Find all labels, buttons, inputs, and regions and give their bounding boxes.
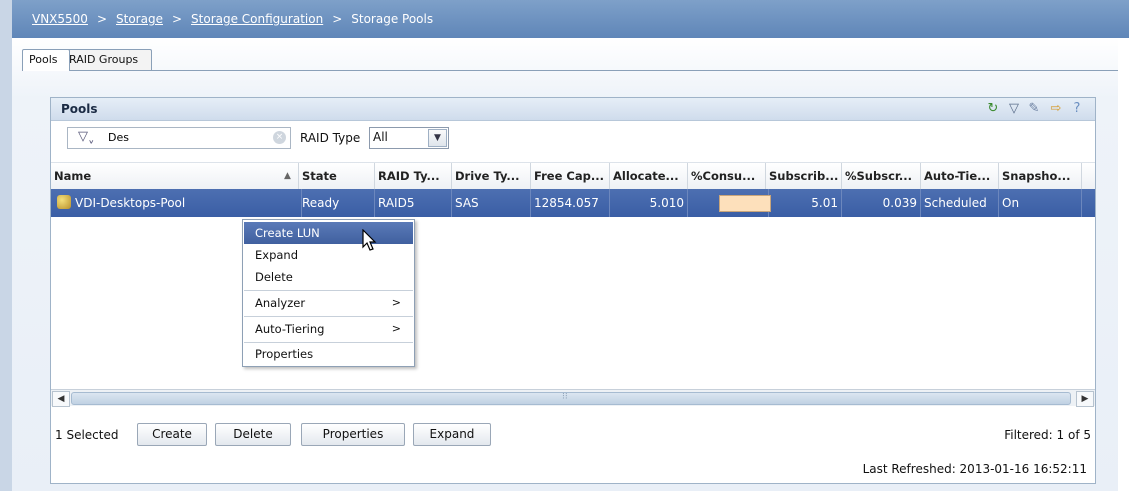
column-header-name[interactable]: Name [51,163,299,189]
tab-pools[interactable]: Pools [22,49,70,71]
column-header-subscribed[interactable]: Subscrib... [766,163,842,189]
sort-ascending-icon: ▲ [284,171,291,181]
filter-input[interactable] [108,129,258,145]
help-icon[interactable]: ? [1069,101,1085,117]
menu-item-analyzer[interactable]: Analyzer > [244,292,413,314]
tab-underline [22,70,1118,71]
raid-type-label: RAID Type [300,131,361,145]
breadcrumb-vnx5500[interactable]: VNX5500 [32,12,88,26]
menu-item-delete[interactable]: Delete [244,266,413,288]
context-menu: Create LUN Expand Delete Analyzer > Auto-… [242,219,415,367]
cell-snapshots: On [999,189,1082,217]
menu-item-properties[interactable]: Properties [244,343,413,365]
breadcrumb-storage[interactable]: Storage [116,12,163,26]
scroll-grip-icon: ⁝⁝ [562,392,568,402]
menu-item-label: Properties [255,347,314,361]
table-header: Name ▲ State RAID Ty... Drive Ty... Free… [51,162,1095,190]
column-header-percent-consumed[interactable]: %Consu... [688,163,766,189]
breadcrumb-separator: > [96,12,108,26]
percent-consumed-bar [719,195,771,212]
cell-drive-type: SAS [452,189,531,217]
filter-funnel-icon[interactable]: ▽ˬ [78,129,95,144]
clear-filter-icon[interactable]: × [273,131,286,144]
column-header-snapshots[interactable]: Snapsho... [999,163,1082,189]
tab-raid-groups[interactable]: RAID Groups [62,49,152,70]
cell-free-capacity: 12854.057 [531,189,610,217]
panel-title: Pools [61,102,98,116]
last-refreshed: Last Refreshed: 2013-01-16 16:52:11 [862,462,1087,476]
create-button[interactable]: Create [137,423,207,446]
column-header-free-capacity[interactable]: Free Cap... [531,163,610,189]
menu-separator [244,316,413,317]
submenu-arrow-icon: > [391,322,401,335]
menu-item-label: Create LUN [255,226,320,240]
breadcrumb-separator: > [171,12,183,26]
left-frame-edge [0,0,12,491]
selection-count: 1 Selected [55,428,119,442]
submenu-arrow-icon: > [391,296,401,309]
tools-icon[interactable]: ✎ [1026,101,1042,117]
menu-separator [244,290,413,291]
main-content: Pools RAID Groups Pools ↻ ▽ ✎ ⇨ ? ▽ˬ × R… [12,38,1118,491]
menu-item-label: Expand [255,248,299,262]
column-header-raid-type[interactable]: RAID Ty... [375,163,452,189]
filter-icon[interactable]: ▽ [1006,101,1022,117]
breadcrumb-separator: > [332,12,343,26]
cell-auto-tiering: Scheduled [921,189,999,217]
breadcrumb-storage-pools: Storage Pools [351,12,434,26]
menu-item-auto-tiering[interactable]: Auto-Tiering > [244,318,413,340]
cell-raid-type: RAID5 [375,189,452,217]
raid-type-value: All [373,130,388,144]
menu-item-expand[interactable]: Expand [244,244,413,266]
cell-subscribed: 5.01 [766,189,842,217]
column-header-drive-type[interactable]: Drive Ty... [452,163,531,189]
table-row[interactable]: VDI-Desktops-Pool Ready RAID5 SAS 12854.… [51,189,1095,217]
column-header-auto-tiering[interactable]: Auto-Tie... [921,163,999,189]
menu-item-label: Analyzer [255,296,306,310]
pool-name: VDI-Desktops-Pool [75,196,186,210]
filtered-count: Filtered: 1 of 5 [1004,428,1091,442]
pools-panel: Pools ↻ ▽ ✎ ⇨ ? ▽ˬ × RAID Type All ▼ Nam… [50,97,1096,484]
raid-type-select[interactable]: All ▼ [369,127,449,149]
breadcrumb-storage-configuration[interactable]: Storage Configuration [191,12,323,26]
column-header-allocated[interactable]: Allocate... [610,163,688,189]
properties-button[interactable]: Properties [301,423,405,446]
horizontal-scrollbar[interactable]: ◀ ⁝⁝ ▶ [51,389,1095,407]
cell-percent-subscribed: 0.039 [842,189,921,217]
column-header-percent-subscribed[interactable]: %Subscr... [842,163,921,189]
breadcrumb: VNX5500 > Storage > Storage Configuration > St… [32,12,433,26]
panel-header: Pools ↻ ▽ ✎ ⇨ ? [51,98,1095,121]
scroll-left-icon[interactable]: ◀ [52,391,70,407]
scroll-right-icon[interactable]: ▶ [1076,391,1094,407]
scrollbar-thumb[interactable]: ⁝⁝ [71,392,1071,405]
menu-item-create-lun[interactable]: Create LUN [244,222,413,244]
export-icon[interactable]: ⇨ [1048,101,1064,117]
column-header-state[interactable]: State [299,163,375,189]
menu-item-label: Auto-Tiering [255,322,325,336]
refresh-icon[interactable]: ↻ [985,101,1001,117]
mouse-pointer-icon [362,229,377,251]
filter-row: ▽ˬ × RAID Type All ▼ [51,121,1095,161]
cell-state: Ready [299,189,375,217]
action-bar: 1 Selected Create Delete Properties Expa… [51,420,1095,450]
breadcrumb-bar: VNX5500 > Storage > Storage Configuration > St… [12,0,1129,38]
expand-button[interactable]: Expand [413,423,491,446]
menu-item-label: Delete [255,270,293,284]
cell-name[interactable]: VDI-Desktops-Pool [51,189,302,217]
delete-button[interactable]: Delete [215,423,291,446]
chevron-down-icon[interactable]: ▼ [428,129,447,147]
filter-field[interactable]: ▽ˬ × [67,127,291,149]
cell-allocated: 5.010 [610,189,688,217]
storage-pool-icon [57,195,71,209]
